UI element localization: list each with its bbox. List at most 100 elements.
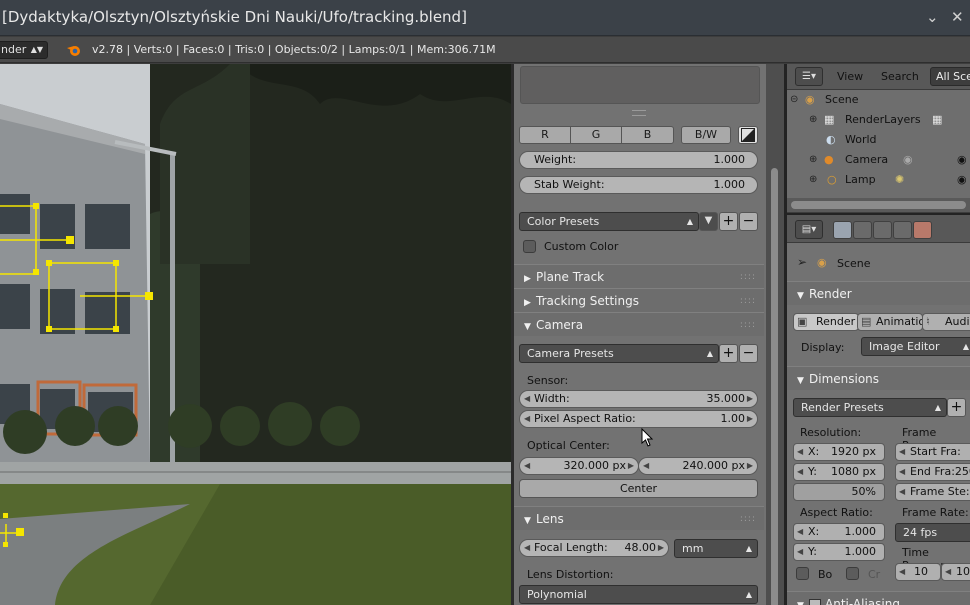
add-preset-icon[interactable]: + bbox=[719, 212, 738, 231]
tree-item-lamp[interactable]: ⊕ ○ Lamp ✺ ◉ bbox=[787, 170, 970, 190]
editor-type-icon[interactable]: ☰▾ bbox=[795, 67, 823, 86]
weight-field[interactable]: Weight: 1.000 bbox=[519, 151, 758, 169]
texture-tab-icon[interactable] bbox=[913, 221, 932, 239]
end-frame-field[interactable]: ◀ End Fra:250 bbox=[895, 463, 970, 481]
visibility-eye-icon[interactable]: ◉ bbox=[957, 150, 967, 170]
tree-item-renderlayers[interactable]: ⊕ ▦ RenderLayers ▦ bbox=[787, 110, 970, 130]
optical-center-x-field[interactable]: ◀ 320.000 px ▶ bbox=[519, 457, 639, 475]
outliner-view-menu[interactable]: View bbox=[837, 70, 863, 83]
scrollbar-thumb[interactable] bbox=[771, 168, 778, 605]
decrement-arrow-icon[interactable]: ◀ bbox=[899, 564, 905, 580]
audio-button[interactable]: ♮ Audi bbox=[922, 313, 970, 331]
render-layers-tab-icon[interactable] bbox=[853, 221, 872, 239]
decrement-arrow-icon[interactable]: ◀ bbox=[899, 484, 905, 500]
add-render-preset-icon[interactable]: + bbox=[947, 398, 966, 417]
render-tab-icon[interactable] bbox=[833, 221, 852, 239]
remap-old-field[interactable]: ◀ 10 bbox=[895, 563, 941, 581]
decrement-arrow-icon[interactable]: ◀ bbox=[899, 444, 905, 460]
increment-arrow-icon[interactable]: ▶ bbox=[747, 411, 753, 427]
decrement-arrow-icon[interactable]: ◀ bbox=[524, 458, 530, 474]
center-button[interactable]: Center bbox=[519, 479, 758, 498]
editor-type-icon[interactable]: ▤▾ bbox=[795, 220, 823, 239]
decrement-arrow-icon[interactable]: ◀ bbox=[524, 411, 530, 427]
close-icon[interactable]: ✕ bbox=[951, 8, 964, 26]
channel-b-button[interactable]: B bbox=[621, 126, 674, 144]
remove-camera-preset-icon[interactable]: − bbox=[739, 344, 758, 363]
anti-aliasing-panel-header[interactable]: ▼ Anti-Aliasing bbox=[787, 591, 970, 605]
lens-distortion-dropdown[interactable]: Polynomial ▲ bbox=[519, 585, 758, 604]
decrement-arrow-icon[interactable]: ◀ bbox=[524, 540, 530, 556]
animation-button[interactable]: ▤ Animatio bbox=[857, 313, 923, 331]
lens-panel-header[interactable]: ▼ Lens :::: bbox=[514, 506, 764, 530]
preset-menu-icon[interactable]: ▼ bbox=[699, 212, 718, 231]
increment-arrow-icon[interactable]: ▶ bbox=[747, 458, 753, 474]
visibility-eye-icon[interactable]: ◉ bbox=[957, 170, 967, 190]
resize-grip-icon[interactable] bbox=[632, 110, 646, 116]
grayscale-button[interactable]: B/W bbox=[681, 126, 731, 144]
aspect-x-field[interactable]: ◀ X: 1.000 bbox=[793, 523, 885, 541]
custom-color-checkbox[interactable] bbox=[523, 240, 536, 253]
anti-aliasing-checkbox[interactable] bbox=[809, 599, 821, 605]
camera-panel-header[interactable]: ▼ Camera :::: bbox=[514, 312, 764, 336]
mute-footage-icon[interactable] bbox=[738, 126, 758, 144]
crop-checkbox[interactable] bbox=[846, 567, 859, 580]
remove-preset-icon[interactable]: − bbox=[739, 212, 758, 231]
decrement-arrow-icon[interactable]: ◀ bbox=[797, 444, 803, 460]
focal-length-field[interactable]: ◀ Focal Length: 48.00 ▶ bbox=[519, 539, 669, 557]
expand-icon[interactable]: ⊕ bbox=[809, 150, 817, 170]
resolution-percent-slider[interactable]: 50% bbox=[793, 483, 885, 501]
tracking-settings-panel-header[interactable]: ▶ Tracking Settings :::: bbox=[514, 288, 764, 312]
decrement-arrow-icon[interactable]: ◀ bbox=[797, 524, 803, 540]
color-presets-dropdown[interactable]: Color Presets ▲ bbox=[519, 212, 699, 231]
plane-track-panel-header[interactable]: ▶ Plane Track :::: bbox=[514, 264, 764, 288]
channel-r-button[interactable]: R bbox=[519, 126, 571, 144]
render-engine-dropdown[interactable]: nder ▲▼ bbox=[0, 41, 48, 59]
optical-center-y-field[interactable]: ◀ 240.000 px ▶ bbox=[638, 457, 758, 475]
render-presets-dropdown[interactable]: Render Presets ▲ bbox=[793, 398, 947, 417]
decrement-arrow-icon[interactable]: ◀ bbox=[899, 464, 905, 480]
decrement-arrow-icon[interactable]: ◀ bbox=[797, 464, 803, 480]
render-panel-header[interactable]: ▼ Render bbox=[787, 281, 970, 305]
drag-handle-icon[interactable]: :::: bbox=[740, 265, 756, 289]
minimize-chevron-icon[interactable]: ⌄ bbox=[926, 8, 939, 26]
aspect-y-field[interactable]: ◀ Y: 1.000 bbox=[793, 543, 885, 561]
channel-g-button[interactable]: G bbox=[570, 126, 622, 144]
scene-tab-icon[interactable] bbox=[873, 221, 892, 239]
pin-icon[interactable]: ➢ bbox=[797, 255, 807, 269]
outliner-search-menu[interactable]: Search bbox=[881, 70, 919, 83]
drag-handle-icon[interactable]: :::: bbox=[740, 507, 756, 531]
display-mode-dropdown[interactable]: All Sce bbox=[930, 67, 970, 86]
increment-arrow-icon[interactable]: ▶ bbox=[628, 458, 634, 474]
decrement-arrow-icon[interactable]: ◀ bbox=[524, 391, 530, 407]
add-camera-preset-icon[interactable]: + bbox=[719, 344, 738, 363]
tree-item-camera[interactable]: ⊕ ● Camera ◉ ◉ bbox=[787, 150, 970, 170]
expand-icon[interactable]: ⊕ bbox=[809, 110, 817, 130]
sidebar-scrollbar[interactable] bbox=[766, 64, 784, 605]
drag-handle-icon[interactable]: :::: bbox=[740, 289, 756, 313]
start-frame-field[interactable]: ◀ Start Fra: bbox=[895, 443, 970, 461]
render-button[interactable]: ▣ Render bbox=[793, 313, 859, 331]
tree-item-world[interactable]: ◐ World bbox=[787, 130, 970, 150]
increment-arrow-icon[interactable]: ▶ bbox=[747, 391, 753, 407]
focal-unit-dropdown[interactable]: mm ▲ bbox=[674, 539, 758, 558]
remap-new-field[interactable]: ◀ 10 bbox=[941, 563, 970, 581]
decrement-arrow-icon[interactable]: ◀ bbox=[797, 544, 803, 560]
dimensions-panel-header[interactable]: ▼ Dimensions bbox=[787, 366, 970, 390]
scrollbar-thumb[interactable] bbox=[791, 201, 966, 209]
pixel-aspect-field[interactable]: ◀ Pixel Aspect Ratio: 1.00 ▶ bbox=[519, 410, 758, 428]
clip-viewport[interactable] bbox=[0, 64, 511, 605]
decrement-arrow-icon[interactable]: ◀ bbox=[643, 458, 649, 474]
stab-weight-field[interactable]: Stab Weight: 1.000 bbox=[519, 176, 758, 194]
drag-handle-icon[interactable]: :::: bbox=[740, 313, 756, 337]
tree-item-scene[interactable]: ⊝ ◉ Scene bbox=[787, 90, 970, 110]
outliner-scrollbar[interactable] bbox=[787, 198, 970, 212]
frame-rate-dropdown[interactable]: 24 fps bbox=[895, 523, 970, 542]
resolution-x-field[interactable]: ◀ X: 1920 px bbox=[793, 443, 885, 461]
expand-icon[interactable]: ⊕ bbox=[809, 170, 817, 190]
border-checkbox[interactable] bbox=[796, 567, 809, 580]
frame-step-field[interactable]: ◀ Frame Ste:1 bbox=[895, 483, 970, 501]
resolution-y-field[interactable]: ◀ Y: 1080 px bbox=[793, 463, 885, 481]
display-dropdown[interactable]: Image Editor ▲ bbox=[861, 337, 970, 356]
world-tab-icon[interactable] bbox=[893, 221, 912, 239]
camera-presets-dropdown[interactable]: Camera Presets ▲ bbox=[519, 344, 719, 363]
